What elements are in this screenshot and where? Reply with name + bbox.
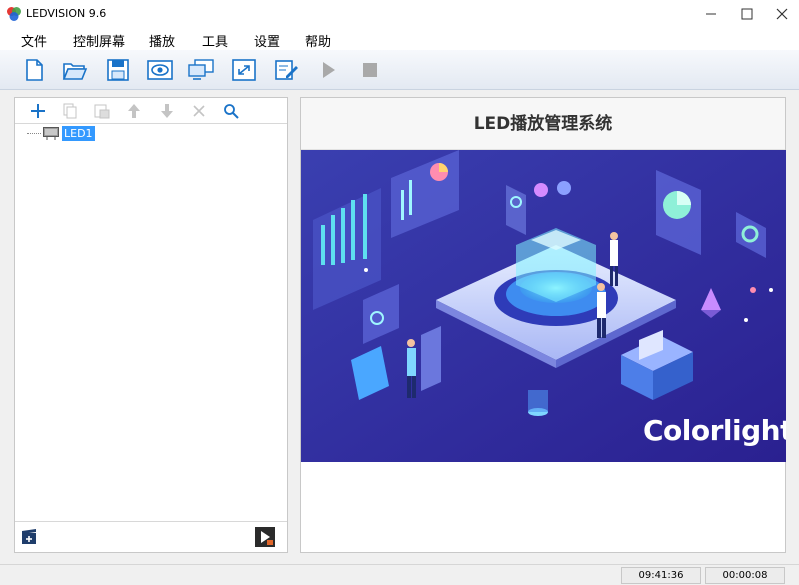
welcome-panel: LED播放管理系统 Colorlight — [300, 97, 786, 553]
window-title: LEDVISION 9.6 — [26, 7, 107, 20]
edit-icon — [275, 60, 298, 80]
search-icon — [224, 104, 239, 119]
banner-title: LED播放管理系统 — [301, 98, 785, 150]
menu-play[interactable]: 播放 — [149, 31, 175, 50]
move-up-icon — [128, 104, 140, 118]
menu-control-screen[interactable]: 控制屏幕 — [73, 31, 125, 50]
menu-tools[interactable]: 工具 — [202, 31, 228, 50]
move-down-button[interactable] — [157, 101, 177, 121]
menu-bar: 文件 控制屏幕 播放 工具 设置 帮助 — [0, 28, 799, 50]
add-program-icon — [22, 529, 36, 544]
status-bar: 09:41:36 00:00:08 — [0, 564, 799, 585]
close-icon — [776, 8, 788, 20]
tree-toolbar — [15, 98, 287, 124]
save-button[interactable] — [105, 57, 131, 83]
status-clock: 09:41:36 — [621, 567, 701, 584]
tree-connector — [27, 132, 41, 134]
copy-icon — [63, 103, 77, 119]
menu-help[interactable]: 帮助 — [305, 31, 331, 50]
search-button[interactable] — [221, 101, 241, 121]
display-screens-button[interactable] — [188, 57, 214, 83]
new-file-button[interactable] — [21, 57, 47, 83]
app-logo-icon — [7, 7, 21, 21]
stop-icon — [363, 63, 377, 77]
minimize-icon — [706, 13, 716, 15]
tree-footer — [15, 521, 287, 552]
add-program-button[interactable] — [20, 528, 38, 549]
copy-button[interactable] — [60, 101, 80, 121]
banner-image: Colorlight — [301, 150, 786, 462]
open-button[interactable] — [62, 57, 88, 83]
delete-button[interactable] — [189, 101, 209, 121]
new-file-icon — [26, 59, 43, 81]
menu-settings[interactable]: 设置 — [254, 31, 280, 50]
play-button[interactable] — [315, 57, 341, 83]
title-bar: LEDVISION 9.6 — [0, 0, 799, 28]
open-folder-icon — [62, 63, 88, 80]
close-button[interactable] — [764, 0, 799, 28]
fullscreen-button[interactable] — [231, 57, 257, 83]
screen-tree-panel: LED1 — [14, 97, 288, 553]
edit-button[interactable] — [273, 57, 299, 83]
add-screen-button[interactable] — [28, 101, 48, 121]
move-up-button[interactable] — [124, 101, 144, 121]
status-elapsed: 00:00:08 — [705, 567, 785, 584]
tree-item-led1[interactable]: LED1 — [27, 125, 95, 141]
delete-icon — [193, 105, 205, 117]
media-play-icon — [255, 527, 275, 547]
app-window: LEDVISION 9.6 文件 控制屏幕 播放 工具 设置 帮助 LED1 L… — [0, 0, 799, 585]
move-down-icon — [161, 104, 173, 118]
preview-button[interactable] — [147, 57, 173, 83]
minimize-button[interactable] — [693, 0, 729, 28]
maximize-icon — [741, 8, 753, 20]
maximize-button[interactable] — [729, 0, 765, 28]
stop-button[interactable] — [357, 57, 383, 83]
display-screens-icon — [188, 59, 214, 80]
save-icon — [107, 59, 129, 81]
play-icon — [323, 62, 335, 78]
paste-icon — [94, 104, 110, 119]
brand-logo: Colorlight — [643, 414, 786, 447]
add-icon — [31, 104, 45, 118]
fullscreen-icon — [232, 59, 256, 81]
menu-file[interactable]: 文件 — [21, 31, 47, 50]
preview-eye-icon — [147, 60, 173, 80]
main-toolbar — [0, 50, 799, 90]
screen-tree: LED1 — [15, 125, 287, 520]
media-play-button[interactable] — [255, 527, 275, 550]
screen-icon — [43, 126, 59, 140]
tree-item-label: LED1 — [62, 125, 95, 141]
paste-button[interactable] — [92, 101, 112, 121]
